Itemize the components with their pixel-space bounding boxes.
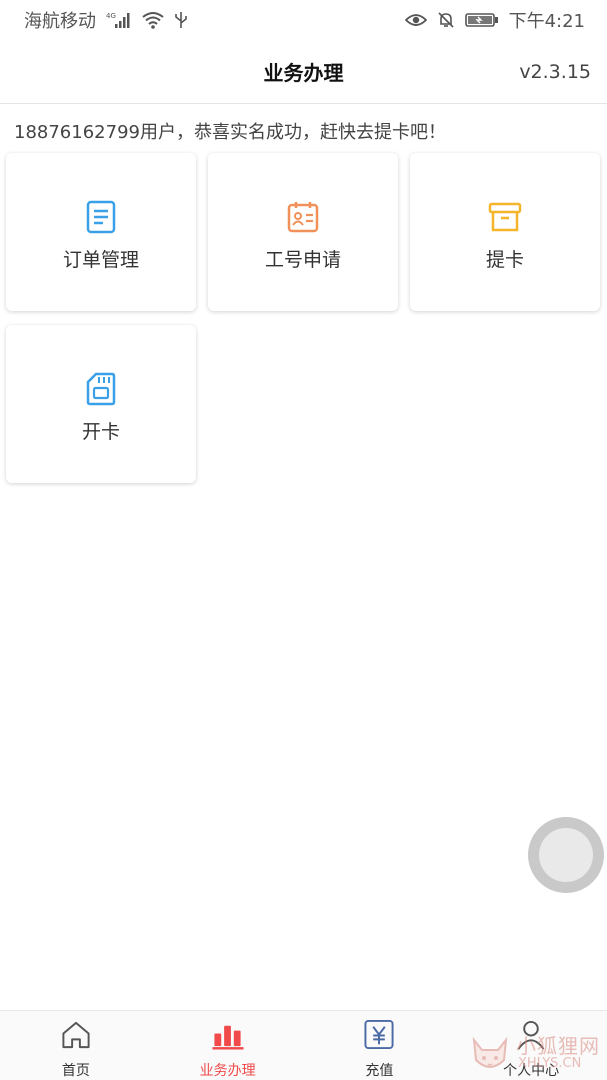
battery-icon bbox=[464, 12, 499, 28]
nav-label: 首页 bbox=[61, 1063, 90, 1079]
nav-label: 个人中心 bbox=[503, 1063, 560, 1079]
sim-card-icon bbox=[86, 372, 116, 405]
page-title: 业务办理 bbox=[263, 61, 344, 85]
floating-assist-button[interactable] bbox=[528, 817, 604, 893]
signal-icon: 4G bbox=[106, 11, 132, 29]
tile-label: 开卡 bbox=[81, 420, 120, 443]
nav-label: 充值 bbox=[365, 1063, 394, 1079]
nav-item-business[interactable]: 业务办理 bbox=[152, 1011, 304, 1080]
eye-icon bbox=[404, 12, 427, 28]
service-grid: 订单管理 工号申请 提卡 开卡 bbox=[6, 153, 602, 483]
nav-item-profile[interactable]: 个人中心 bbox=[455, 1011, 607, 1080]
open-card-tile[interactable]: 开卡 bbox=[6, 325, 196, 483]
usb-icon bbox=[174, 11, 188, 29]
id-card-icon bbox=[287, 201, 319, 232]
wifi-icon bbox=[142, 11, 164, 29]
bar-chart-icon bbox=[212, 1025, 244, 1050]
nav-item-recharge[interactable]: 充值 bbox=[304, 1011, 456, 1080]
tile-label: 提卡 bbox=[485, 248, 524, 271]
nav-label: 业务办理 bbox=[199, 1063, 256, 1079]
order-management-tile[interactable]: 订单管理 bbox=[6, 153, 196, 311]
status-bar: 海航移动 4G 下午4:21 bbox=[0, 0, 607, 40]
employee-id-apply-tile[interactable]: 工号申请 bbox=[208, 153, 398, 311]
tile-label: 订单管理 bbox=[62, 248, 139, 271]
document-icon bbox=[86, 200, 116, 233]
clock-label: 下午4:21 bbox=[508, 11, 585, 32]
bottom-nav: 首页 业务办理 充值 个人中心 bbox=[0, 1010, 607, 1080]
app-header: 业务办理 v2.3.15 bbox=[0, 40, 607, 104]
version-label: v2.3.15 bbox=[519, 60, 591, 83]
nav-item-home[interactable]: 首页 bbox=[0, 1011, 152, 1080]
network-type-label: 4G bbox=[106, 12, 116, 20]
success-notice: 18876162799用户，恭喜实名成功，赶快去提卡吧！ bbox=[14, 122, 446, 143]
tile-label: 工号申请 bbox=[264, 248, 341, 271]
mute-bell-icon bbox=[437, 11, 455, 29]
carrier-label: 海航移动 bbox=[24, 11, 96, 32]
person-icon bbox=[517, 1020, 545, 1050]
yen-icon bbox=[364, 1019, 394, 1050]
pick-card-tile[interactable]: 提卡 bbox=[410, 153, 600, 311]
floating-button-core bbox=[539, 828, 593, 882]
home-icon bbox=[62, 1021, 90, 1049]
archive-box-icon bbox=[488, 202, 522, 231]
